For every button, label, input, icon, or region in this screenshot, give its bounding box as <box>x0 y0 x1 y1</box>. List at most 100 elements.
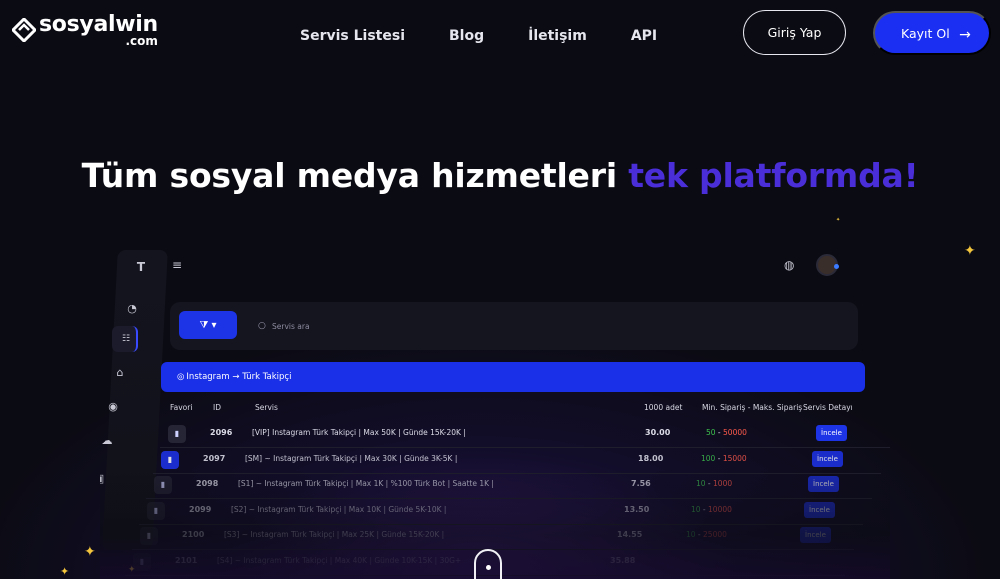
service-name: [VIP] Instagram Türk Takipçi | Max 50K |… <box>252 428 466 437</box>
table-row[interactable]: ▮ 2098 [S1] ~ Instagram Türk Takipçi | Max… <box>154 473 874 497</box>
sparkle-icon: ✦ <box>84 544 96 560</box>
t-logo-icon: T <box>136 260 146 274</box>
service-id: 2096 <box>210 428 233 437</box>
globe-icon[interactable]: ◍ <box>784 258 794 272</box>
brand-name: sosyalwin <box>39 12 158 37</box>
service-price: 30.00 <box>645 428 671 437</box>
hero-title: Tüm sosyal medya hizmetleri tek platform… <box>0 156 1000 195</box>
instagram-icon: ◎ <box>177 372 185 382</box>
filter-button[interactable]: ⧩ ▾ <box>179 311 237 339</box>
min-order: 10 <box>686 530 696 539</box>
min-order: 10 <box>696 479 706 488</box>
filter-icon: ⧩ ▾ <box>199 319 217 331</box>
image-icon[interactable]: ▣ <box>100 472 106 486</box>
logo-mark-icon <box>12 18 36 42</box>
brand-logo[interactable]: sosyalwin .com <box>12 14 158 47</box>
max-order: 50000 <box>723 428 747 437</box>
column-header-detail: Servis Detayı <box>803 403 853 412</box>
nav-link-api[interactable]: API <box>631 28 657 44</box>
min-order: 100 <box>701 453 716 463</box>
table-row[interactable]: ▮ 2096 [VIP] Instagram Türk Takipçi | Max … <box>168 422 888 446</box>
hero-title-accent: tek platformda! <box>628 156 919 195</box>
sparkle-icon: ✦ <box>60 565 70 578</box>
service-id: 2101 <box>175 555 198 565</box>
arrow-right-icon: → <box>959 27 971 43</box>
category-label: Instagram → Türk Takipçi <box>186 372 292 382</box>
inspect-button[interactable]: İncele <box>804 501 835 518</box>
online-status-dot <box>834 264 839 269</box>
service-id: 2098 <box>196 479 219 488</box>
favorite-toggle[interactable]: ▮ <box>147 501 165 520</box>
dashboard-preview: T ◔ ☷ ⌂ ◉ ☁ ▣ ▤ ≡ ◍ ⧩ ▾ ○ ◎ Instagram → … <box>100 240 890 579</box>
nav-link-blog[interactable]: Blog <box>449 28 484 44</box>
service-id: 2097 <box>203 453 226 463</box>
min-max-order: 50 - 50000 <box>706 428 747 437</box>
min-max-separator: - <box>700 504 709 514</box>
site-header: sosyalwin .com Servis Listesi Blog İleti… <box>0 0 1000 70</box>
service-id: 2099 <box>189 504 212 514</box>
max-order: 1000 <box>713 479 733 488</box>
category-banner[interactable]: ◎ Instagram → Türk Takipçi <box>161 362 865 392</box>
nav-link-contact[interactable]: İletişim <box>528 28 587 44</box>
service-name: [S2] ~ Instagram Türk Takipçi | Max 10K … <box>231 504 447 514</box>
inspect-button[interactable]: İncele <box>808 476 839 492</box>
favorite-toggle[interactable]: ▮ <box>154 476 172 494</box>
min-order: 10 <box>691 504 701 514</box>
cart-icon[interactable]: ⌂ <box>113 366 127 380</box>
inspect-button[interactable]: İncele <box>812 450 843 467</box>
column-header-id: ID <box>213 403 221 412</box>
service-id: 2100 <box>182 530 205 539</box>
min-max-separator: - <box>705 479 714 488</box>
min-max-separator: - <box>695 530 704 539</box>
table-header: Favori ID Servis 1000 adet Min. Sipariş … <box>160 403 860 417</box>
favorite-toggle[interactable]: ▮ <box>140 527 158 545</box>
max-order: 10000 <box>708 504 732 514</box>
dashboard-icon[interactable]: ◔ <box>125 302 139 316</box>
main-nav: Servis Listesi Blog İletişim API <box>300 28 657 44</box>
table-row[interactable]: ▮ 2099 [S2] ~ Instagram Türk Takipçi | Max… <box>147 499 867 523</box>
service-name: [S1] ~ Instagram Türk Takipçi | Max 1K |… <box>238 479 494 488</box>
hero-title-main: Tüm sosyal medya hizmetleri <box>81 156 618 195</box>
column-header-favorite: Favori <box>170 403 193 412</box>
table-row[interactable]: ▮ 2100 [S3] ~ Instagram Türk Takipçi | Max… <box>140 524 860 548</box>
min-max-order: 100 - 15000 <box>701 454 747 463</box>
min-order: 50 <box>706 428 716 437</box>
min-max-order: 10 - 1000 <box>696 479 732 488</box>
service-price: 7.56 <box>631 479 651 488</box>
table-row[interactable]: ▮ 2097 [SM] ~ Instagram Türk Takipçi | Max… <box>161 448 881 472</box>
max-order: 25000 <box>703 530 727 539</box>
column-header-service: Servis <box>255 403 278 412</box>
service-price: 18.00 <box>638 453 664 463</box>
service-name: [S3] ~ Instagram Türk Takipçi | Max 25K … <box>224 530 445 539</box>
scroll-down-indicator[interactable] <box>474 549 502 579</box>
column-header-minmax: Min. Sipariş - Maks. Sipariş <box>702 403 803 412</box>
support-icon[interactable]: ☁ <box>100 434 114 448</box>
min-max-separator: - <box>715 453 723 463</box>
services-list-icon[interactable]: ☷ <box>119 332 133 346</box>
sparkle-icon: ✦ <box>964 243 976 259</box>
currency-icon[interactable]: ◉ <box>106 400 120 414</box>
inspect-button[interactable]: İncele <box>800 527 831 543</box>
max-order: 15000 <box>722 453 747 463</box>
login-button[interactable]: Giriş Yap <box>743 10 846 55</box>
service-name: [SM] ~ Instagram Türk Takipçi | Max 30K … <box>245 453 458 463</box>
search-icon: ○ <box>258 321 266 331</box>
nav-link-services[interactable]: Servis Listesi <box>300 28 405 44</box>
favorite-toggle[interactable]: ▮ <box>133 552 151 571</box>
sparkle-icon: ✦ <box>836 217 841 223</box>
favorite-toggle[interactable]: ▮ <box>168 425 186 443</box>
register-button[interactable]: Kayıt Ol → <box>873 11 991 55</box>
scroll-dot <box>486 565 491 570</box>
inspect-button[interactable]: İncele <box>816 425 847 441</box>
menu-icon[interactable]: ≡ <box>172 258 182 272</box>
search-input[interactable] <box>272 318 572 334</box>
login-button-label: Giriş Yap <box>767 25 822 40</box>
favorite-toggle[interactable]: ▮ <box>161 450 179 469</box>
service-price: 13.50 <box>624 504 650 514</box>
min-max-order: 10 - 25000 <box>686 530 727 539</box>
service-name: [S4] ~ Instagram Türk Takipçi | Max 40K … <box>217 555 462 565</box>
min-max-order: 10 - 10000 <box>691 505 732 514</box>
register-button-label: Kayıt Ol <box>901 25 950 41</box>
column-header-price: 1000 adet <box>644 403 683 412</box>
min-max-separator: - <box>715 428 724 437</box>
